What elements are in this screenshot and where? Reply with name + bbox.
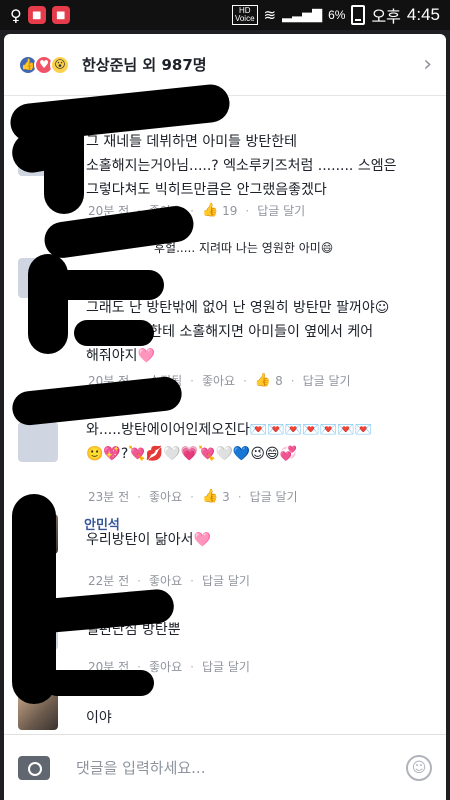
comment-text: 우리방탄이 닮아서🩷 xyxy=(86,532,211,548)
comment-text: 이야 xyxy=(86,710,112,726)
comment-input[interactable]: 댓글을 입력하세요... xyxy=(76,757,406,778)
like-count[interactable]: 👍 3 xyxy=(202,489,230,504)
status-time: 4:45 xyxy=(406,5,440,24)
comments-card: 👍 ♥ 😮 한상준님 외 987명 › 그 재네들 데뷔하면 아미들 방탄한테 … xyxy=(4,34,446,800)
hd-voice-indicator: HD Voice xyxy=(231,5,258,25)
reply-button[interactable]: 답글 달기 xyxy=(303,372,351,389)
reaction-icons: 👍 ♥ 😮 xyxy=(18,54,70,75)
redaction-mark xyxy=(74,320,154,346)
chevron-right-icon[interactable]: › xyxy=(423,52,432,77)
battery-icon xyxy=(351,5,366,25)
comment-text: 그 재네들 데뷔하면 아미들 방탄한테 소홀해지는거아님.....? 엑소루키즈… xyxy=(86,134,397,198)
battery-percent: 6% xyxy=(328,8,346,22)
like-button[interactable]: 좋아요 xyxy=(149,488,182,505)
camera-icon[interactable] xyxy=(18,755,50,780)
comment-time: 22분 전 xyxy=(88,574,130,588)
comment-text: 와.....방탄에이어인제오진다💌💌💌💌💌💌💌 🙂💖?💘💋🤍💗💘🤍💙😉😄💞 xyxy=(86,422,372,462)
comment-text-partial: 후헐..... 지려따 나는 영원한 아미😄 xyxy=(154,241,334,255)
comment-time: 23분 전 xyxy=(88,490,130,504)
comment-meta: 23분 전 · 좋아요 · 👍 3 · 답글 달기 xyxy=(88,488,298,505)
like-button[interactable]: 좋아요 xyxy=(149,658,182,675)
smiley-icon[interactable]: ☺ xyxy=(406,754,432,781)
female-symbol-icon: ♀ xyxy=(10,5,22,25)
like-button[interactable]: 좋아요 xyxy=(149,572,182,589)
thumbs-up-icon: 👍 xyxy=(254,373,272,388)
app-notification-icon: ■ xyxy=(27,6,46,24)
redaction-mark xyxy=(44,670,154,696)
reply-button[interactable]: 답글 달기 xyxy=(202,658,250,675)
thumbs-up-icon: 👍 xyxy=(201,489,219,504)
avatar xyxy=(18,422,58,462)
signal-icon: ▂▃▅▇ xyxy=(282,7,323,22)
like-count[interactable]: 👍 8 xyxy=(255,373,283,388)
reply-button[interactable]: 답글 달기 xyxy=(257,202,305,219)
like-button[interactable]: 좋아요 xyxy=(202,372,235,389)
reactions-summary: 한상준님 외 987명 xyxy=(82,56,207,74)
like-count[interactable]: 👍 19 xyxy=(202,203,237,218)
reactions-header[interactable]: 👍 ♥ 😮 한상준님 외 987명 › xyxy=(4,34,446,96)
comment-meta: 22분 전 · 좋아요 · 답글 달기 xyxy=(88,572,250,589)
app-notification-icon: ■ xyxy=(51,6,70,24)
thumbs-up-icon: 👍 xyxy=(201,203,219,218)
redaction-mark xyxy=(28,254,68,354)
status-bar: ♀ ■ ■ HD Voice ≋ ▂▃▅▇ 6% 오후 4:45 xyxy=(0,0,450,30)
comment-composer: 댓글을 입력하세요... ☺ xyxy=(4,734,446,800)
reply-button[interactable]: 답글 달기 xyxy=(250,488,298,505)
reply-button[interactable]: 답글 달기 xyxy=(202,572,250,589)
status-ampm: 오후 xyxy=(371,9,401,26)
redaction-mark xyxy=(54,270,164,300)
wow-icon: 😮 xyxy=(50,54,70,75)
wifi-icon: ≋ xyxy=(263,7,277,24)
